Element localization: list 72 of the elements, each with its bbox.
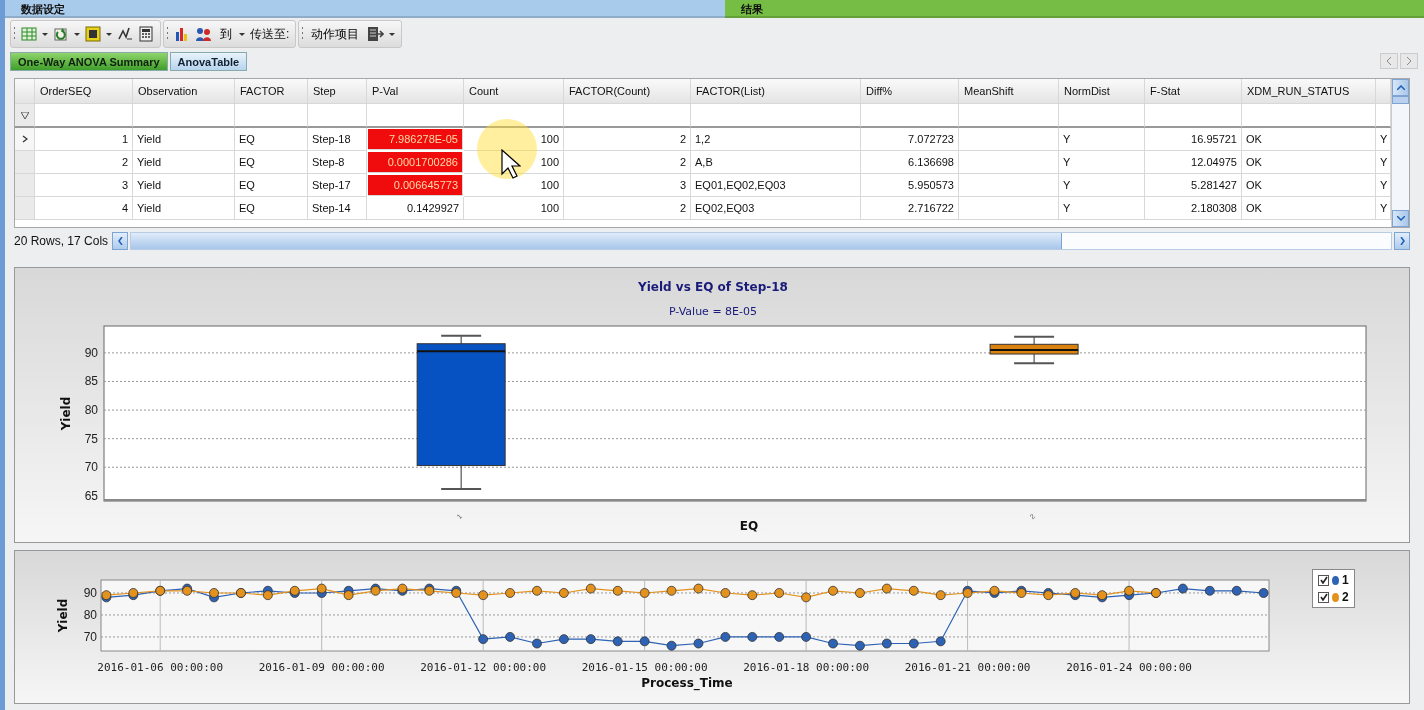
axis-tick-label: 80 <box>83 607 97 622</box>
axis-title: Process_Time <box>641 676 733 690</box>
table-cell: 7.072723 <box>861 128 959 151</box>
table-cell: 2 <box>564 197 691 220</box>
table-cell: 0.006645773 <box>368 175 463 196</box>
table-cell: 0.0001700286 <box>368 152 463 173</box>
row-count-label: 20 Rows, 17 Cols <box>14 234 110 248</box>
axis-tick-label: 70 <box>83 629 97 644</box>
legend-label: 2 <box>1342 590 1349 604</box>
table-cell: 1 <box>35 128 133 151</box>
table-cell: 2.716722 <box>861 197 959 220</box>
axis-tick-label: 2016-01-06 00:00:00 <box>97 661 224 674</box>
table-cell: 2.180308 <box>1145 197 1242 220</box>
axis-tick-label: 80 <box>84 403 98 418</box>
table-cell: 5.281427 <box>1145 174 1242 197</box>
table-cell: OK <box>1242 151 1376 174</box>
table-cell: 2 <box>564 151 691 174</box>
table-cell: Y <box>1059 174 1145 197</box>
table-cell: EQ02,EQ03 <box>691 197 861 220</box>
axis-tick-label: 70 <box>84 460 98 475</box>
table-cell: Yield <box>133 197 235 220</box>
axis-tick-label: 65 <box>84 488 98 503</box>
table-cell: OK <box>1242 174 1376 197</box>
table-cell: 100 <box>464 197 564 220</box>
table-cell: Step-8 <box>308 151 367 174</box>
table-cell: 2 <box>35 151 133 174</box>
chart-subtitle: P-Value = 8E-05 <box>668 305 758 318</box>
axis-tick-label: 2016-01-12 00:00:00 <box>420 661 547 674</box>
axis-tick-label: 90 <box>84 345 98 360</box>
table-cell: EQ01,EQ02,EQ03 <box>691 174 861 197</box>
table-cell: Y <box>1059 128 1145 151</box>
table-cell: Y <box>1059 151 1145 174</box>
table-cell: EQ <box>235 174 308 197</box>
table-cell: OK <box>1242 128 1376 151</box>
table-cell: Yield <box>133 151 235 174</box>
table-cell: 0.1429927 <box>367 197 464 220</box>
table-cell: EQ <box>235 197 308 220</box>
table-cell: EQ <box>235 151 308 174</box>
table-cell: 6.136698 <box>861 151 959 174</box>
table-cell: 1,2 <box>691 128 861 151</box>
table-cell: 5.950573 <box>861 174 959 197</box>
axis-tick-label: 90 <box>83 585 97 600</box>
table-cell: Step-14 <box>308 197 367 220</box>
table-cell: 3 <box>35 174 133 197</box>
axis-tick-label: 2016-01-15 00:00:00 <box>581 661 708 674</box>
axis-tick-label: 75 <box>84 431 98 446</box>
table-cell: 3 <box>564 174 691 197</box>
axis-title: Yield <box>56 598 70 633</box>
table-cell: 16.95721 <box>1145 128 1242 151</box>
table-cell: Yield <box>133 128 235 151</box>
axis-title: EQ <box>739 519 759 533</box>
table-cell: Step-18 <box>308 128 367 151</box>
table-cell: 2 <box>564 128 691 151</box>
table-cell: Yield <box>133 174 235 197</box>
table-cell: Y <box>1059 197 1145 220</box>
axis-tick-label: 2016-01-18 00:00:00 <box>743 661 870 674</box>
axis-tick-label: 85 <box>84 374 98 389</box>
axis-tick-label: 2016-01-24 00:00:00 <box>1066 661 1192 674</box>
table-cell: OK <box>1242 197 1376 220</box>
table-cell: 12.04975 <box>1145 151 1242 174</box>
axis-tick-label: 2016-01-09 00:00:00 <box>258 661 385 674</box>
axis-title: Yield <box>59 396 73 431</box>
send-to-label: 传送至: <box>250 25 290 43</box>
table-cell: 7.986278E-05 <box>368 129 463 150</box>
table-cell: 100 <box>464 128 564 151</box>
table-cell: Step-17 <box>308 174 367 197</box>
axis-tick-label: 2016-01-21 00:00:00 <box>904 661 1031 674</box>
table-cell: A,B <box>691 151 861 174</box>
table-cell: 4 <box>35 197 133 220</box>
chart-title: Yield vs EQ of Step-18 <box>638 280 788 294</box>
legend-label: 1 <box>1342 573 1349 587</box>
table-cell: EQ <box>235 128 308 151</box>
